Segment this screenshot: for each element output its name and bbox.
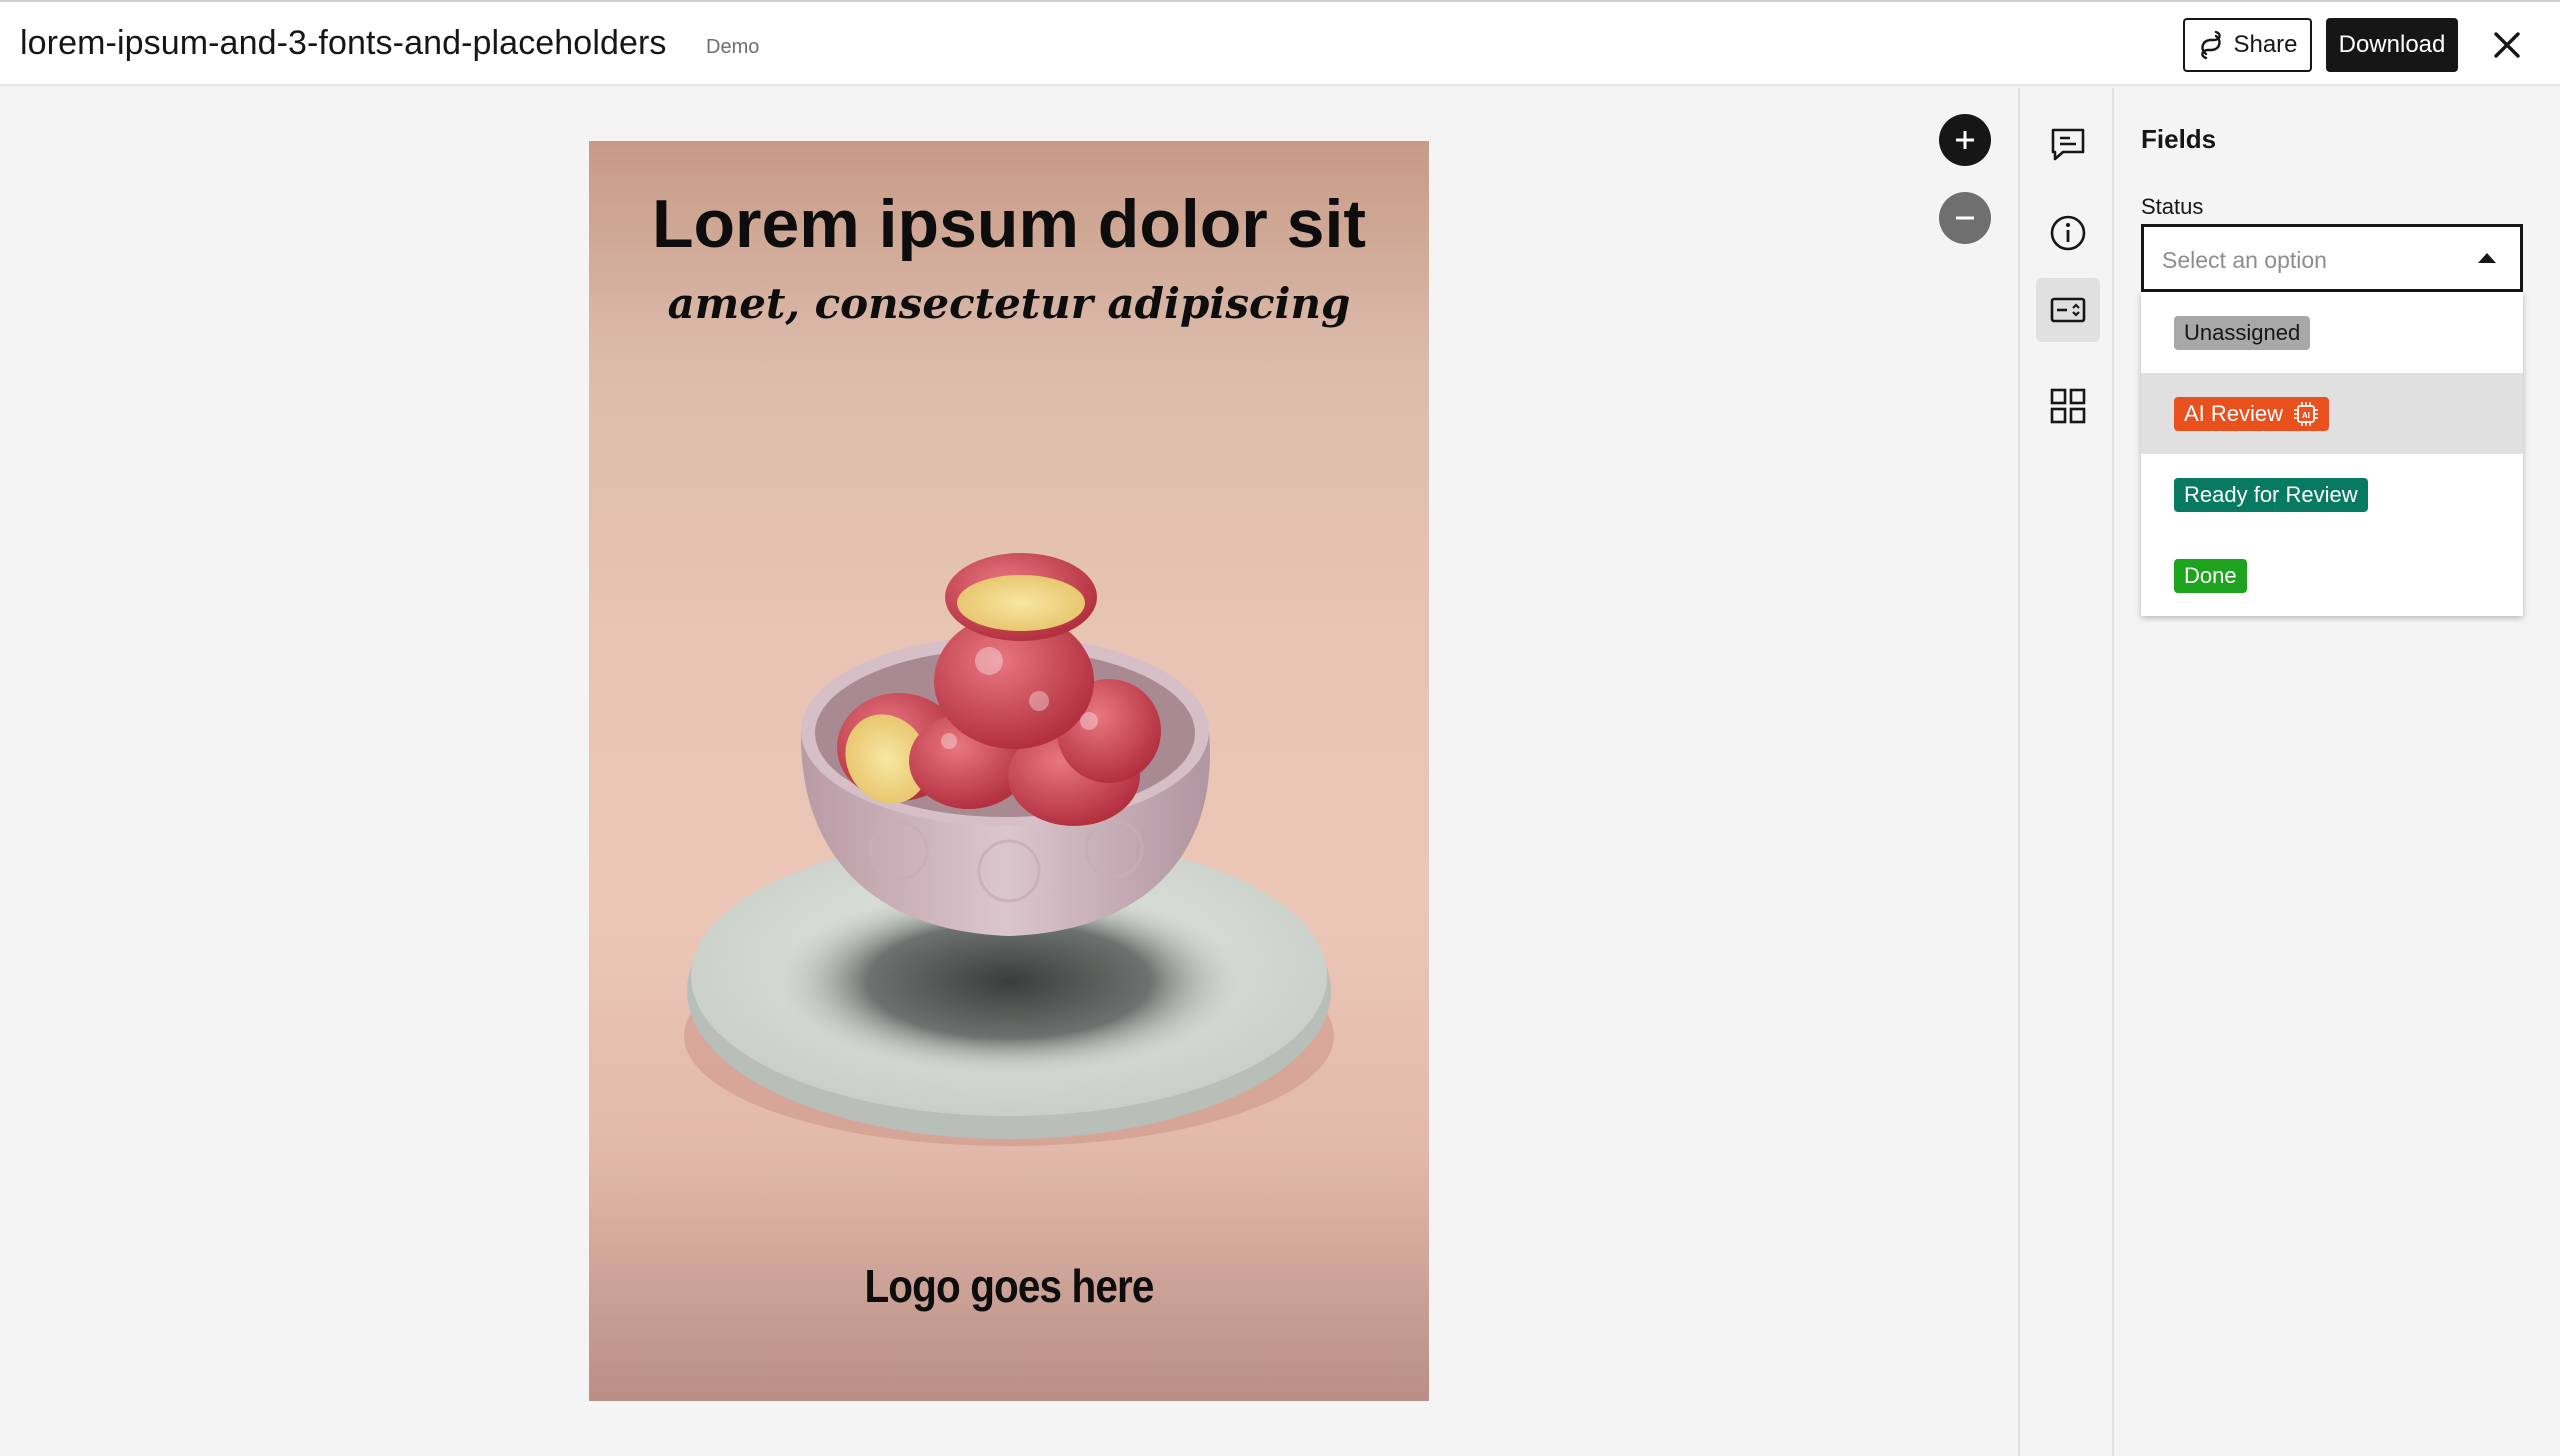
poster-headline: Lorem ipsum dolor sit xyxy=(651,186,1367,262)
svg-text:AI: AI xyxy=(2302,411,2310,420)
logo-placeholder: Logo goes here xyxy=(864,1260,1154,1312)
share-button[interactable]: Share xyxy=(2183,18,2312,72)
status-tag: Done xyxy=(2174,558,2247,593)
grid-icon xyxy=(2050,388,2086,424)
panel-title: Fields xyxy=(2141,124,2217,154)
zoom-in-button[interactable] xyxy=(1939,114,1991,166)
close-button[interactable] xyxy=(2484,22,2530,68)
fields-panel: Fields Status Select an option Unassigne… xyxy=(2114,88,2560,1456)
plus-icon xyxy=(1956,131,1974,149)
option-ready-for-review[interactable]: Ready for Review xyxy=(2141,454,2523,535)
option-label: Unassigned xyxy=(2184,319,2301,345)
status-placeholder: Select an option xyxy=(2162,247,2327,273)
document-title: lorem-ipsum-and-3-fonts-and-placeholders xyxy=(20,24,667,62)
comments-button[interactable] xyxy=(2036,112,2100,176)
close-icon xyxy=(2494,32,2520,58)
option-unassigned[interactable]: Unassigned xyxy=(2141,292,2523,373)
fields-icon xyxy=(2050,297,2086,323)
option-label: AI Review xyxy=(2184,400,2284,426)
info-button[interactable] xyxy=(2036,201,2100,265)
poster-subheadline: amet, consectetur adipiscing xyxy=(667,279,1351,328)
zoom-out-button[interactable] xyxy=(1939,192,1991,244)
demo-badge: Demo xyxy=(706,36,760,58)
option-label: Done xyxy=(2184,562,2237,588)
download-button[interactable]: Download xyxy=(2326,18,2458,72)
poster-preview[interactable]: Lorem ipsum dolor sit amet, consectetur … xyxy=(589,141,1429,1401)
mochi-bowl-image xyxy=(684,553,1334,1146)
status-tag: Unassigned xyxy=(2174,315,2311,350)
share-icon xyxy=(2201,30,2222,60)
option-ai-review[interactable]: AI Review AI xyxy=(2141,373,2523,454)
option-done[interactable]: Done xyxy=(2141,535,2523,616)
status-tag: AI Review AI xyxy=(2174,396,2330,431)
status-dropdown-menu: Unassigned AI Review AI Ready for Review… xyxy=(2141,292,2523,616)
fields-button[interactable] xyxy=(2036,278,2100,342)
info-icon xyxy=(2050,215,2086,251)
apps-button[interactable] xyxy=(2036,374,2100,438)
canvas-area: Lorem ipsum dolor sit amet, consectetur … xyxy=(0,88,2018,1456)
side-icon-rail xyxy=(2018,88,2114,1456)
minus-icon xyxy=(1956,216,1974,220)
share-label: Share xyxy=(2233,31,2298,58)
comment-icon xyxy=(2051,128,2085,161)
option-label: Ready for Review xyxy=(2184,481,2358,507)
top-bar: lorem-ipsum-and-3-fonts-and-placeholders… xyxy=(0,0,2560,86)
status-tag: Ready for Review xyxy=(2174,477,2368,512)
status-select[interactable]: Select an option xyxy=(2141,224,2523,292)
status-label: Status xyxy=(2141,194,2204,219)
ai-chip-icon: AI xyxy=(2294,401,2319,426)
caret-up-icon xyxy=(2478,253,2496,263)
